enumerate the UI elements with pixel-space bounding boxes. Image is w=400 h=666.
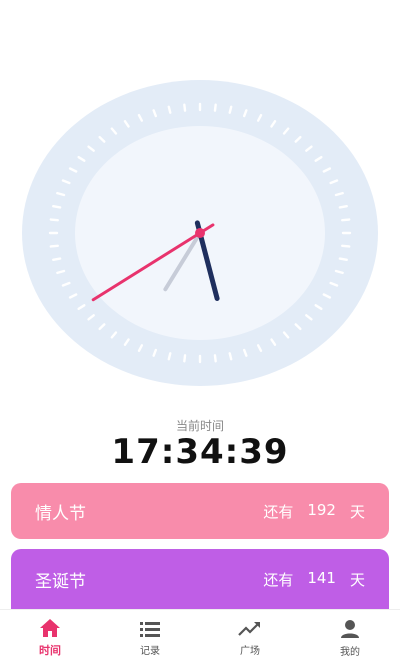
event-name: 圣诞节	[35, 571, 86, 592]
list-icon	[139, 620, 161, 638]
analog-clock	[22, 80, 378, 386]
clock-tick	[49, 218, 59, 222]
tab-label: 时间	[39, 644, 61, 657]
event-countdown: 还有 192 天	[263, 501, 365, 522]
event-countdown: 还有 141 天	[263, 569, 365, 590]
countdown-unit: 天	[349, 502, 365, 521]
clock-tick	[338, 257, 348, 262]
clock-pivot	[195, 228, 205, 238]
clock-tick	[228, 105, 233, 114]
countdown-prefix: 还有	[263, 502, 294, 521]
clock-tick	[341, 244, 351, 248]
clock-tick	[49, 244, 59, 248]
tab-square[interactable]: 广场	[200, 610, 300, 666]
countdown-prefix: 还有	[263, 570, 294, 589]
current-time-value: 17:34:39	[111, 432, 289, 472]
event-card-christmas[interactable]: 圣诞节 还有 141 天	[11, 549, 389, 609]
clock-tick	[52, 204, 62, 209]
clock-tick	[183, 354, 187, 363]
countdown-days: 141	[307, 568, 336, 587]
clock-tick	[52, 257, 62, 262]
user-icon	[340, 619, 360, 639]
tab-mine[interactable]: 我的	[300, 610, 400, 666]
clock-tick	[183, 103, 187, 112]
tab-label: 我的	[340, 646, 360, 658]
countdown-days: 192	[307, 500, 336, 519]
tab-records[interactable]: 记录	[100, 610, 200, 666]
clock-tick	[213, 103, 217, 112]
clock-tick	[213, 354, 217, 363]
tab-label: 记录	[140, 645, 160, 657]
home-icon	[39, 618, 61, 638]
event-card-valentines[interactable]: 情人节 还有 192 天	[11, 483, 389, 539]
clock-tick	[338, 204, 348, 209]
clock-tick	[167, 352, 172, 361]
clock-tick	[167, 105, 172, 114]
clock-tick	[228, 352, 233, 361]
trend-icon	[238, 620, 262, 638]
tab-time[interactable]: 时间	[0, 610, 100, 666]
tab-label: 广场	[240, 645, 260, 657]
clock-tick	[341, 218, 351, 222]
countdown-unit: 天	[349, 570, 365, 589]
bottom-tab-bar: 时间 记录 广场 我的	[0, 609, 400, 666]
event-name: 情人节	[35, 503, 86, 524]
